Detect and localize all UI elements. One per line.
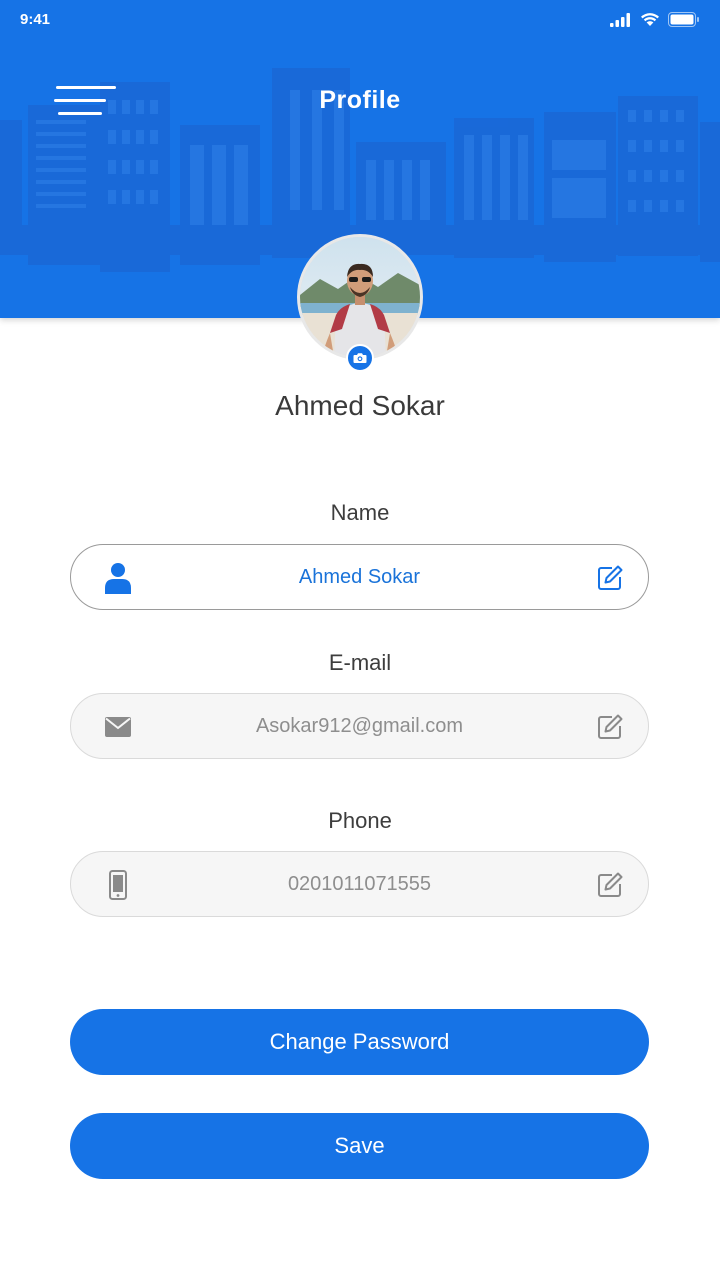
- profile-name: Ahmed Sokar: [275, 390, 445, 421]
- wifi-icon: [641, 13, 659, 26]
- change-photo-button[interactable]: [346, 344, 374, 372]
- phone-field[interactable]: 0201011071555: [70, 851, 649, 917]
- status-icons: [610, 12, 700, 27]
- status-time: 9:41: [20, 11, 51, 28]
- email-label: E-mail: [328, 650, 392, 675]
- name-value: Ahmed Sokar: [298, 565, 421, 588]
- email-value: Asokar912@gmail.com: [255, 714, 464, 737]
- mobile-phone-icon: [103, 868, 133, 902]
- battery-icon: [668, 12, 699, 27]
- envelope-icon: [103, 710, 133, 744]
- status-bar: 9:41: [0, 0, 720, 40]
- signal-icon: [610, 12, 630, 27]
- phone-label: Phone: [328, 808, 392, 833]
- edit-email-icon[interactable]: [596, 713, 624, 741]
- phone-value: 0201011071555: [287, 872, 432, 895]
- edit-phone-icon[interactable]: [596, 871, 624, 899]
- email-field[interactable]: Asokar912@gmail.com: [70, 693, 649, 759]
- change-password-button[interactable]: Change Password: [70, 1009, 649, 1075]
- name-field[interactable]: Ahmed Sokar: [70, 544, 649, 610]
- avatar-photo: [300, 237, 420, 357]
- avatar[interactable]: [297, 234, 423, 360]
- camera-icon: [353, 353, 367, 363]
- name-label: Name: [330, 500, 390, 525]
- save-button[interactable]: Save: [70, 1113, 649, 1179]
- user-icon: [103, 561, 133, 595]
- edit-name-icon[interactable]: [596, 564, 624, 592]
- page-title: Profile: [319, 86, 401, 114]
